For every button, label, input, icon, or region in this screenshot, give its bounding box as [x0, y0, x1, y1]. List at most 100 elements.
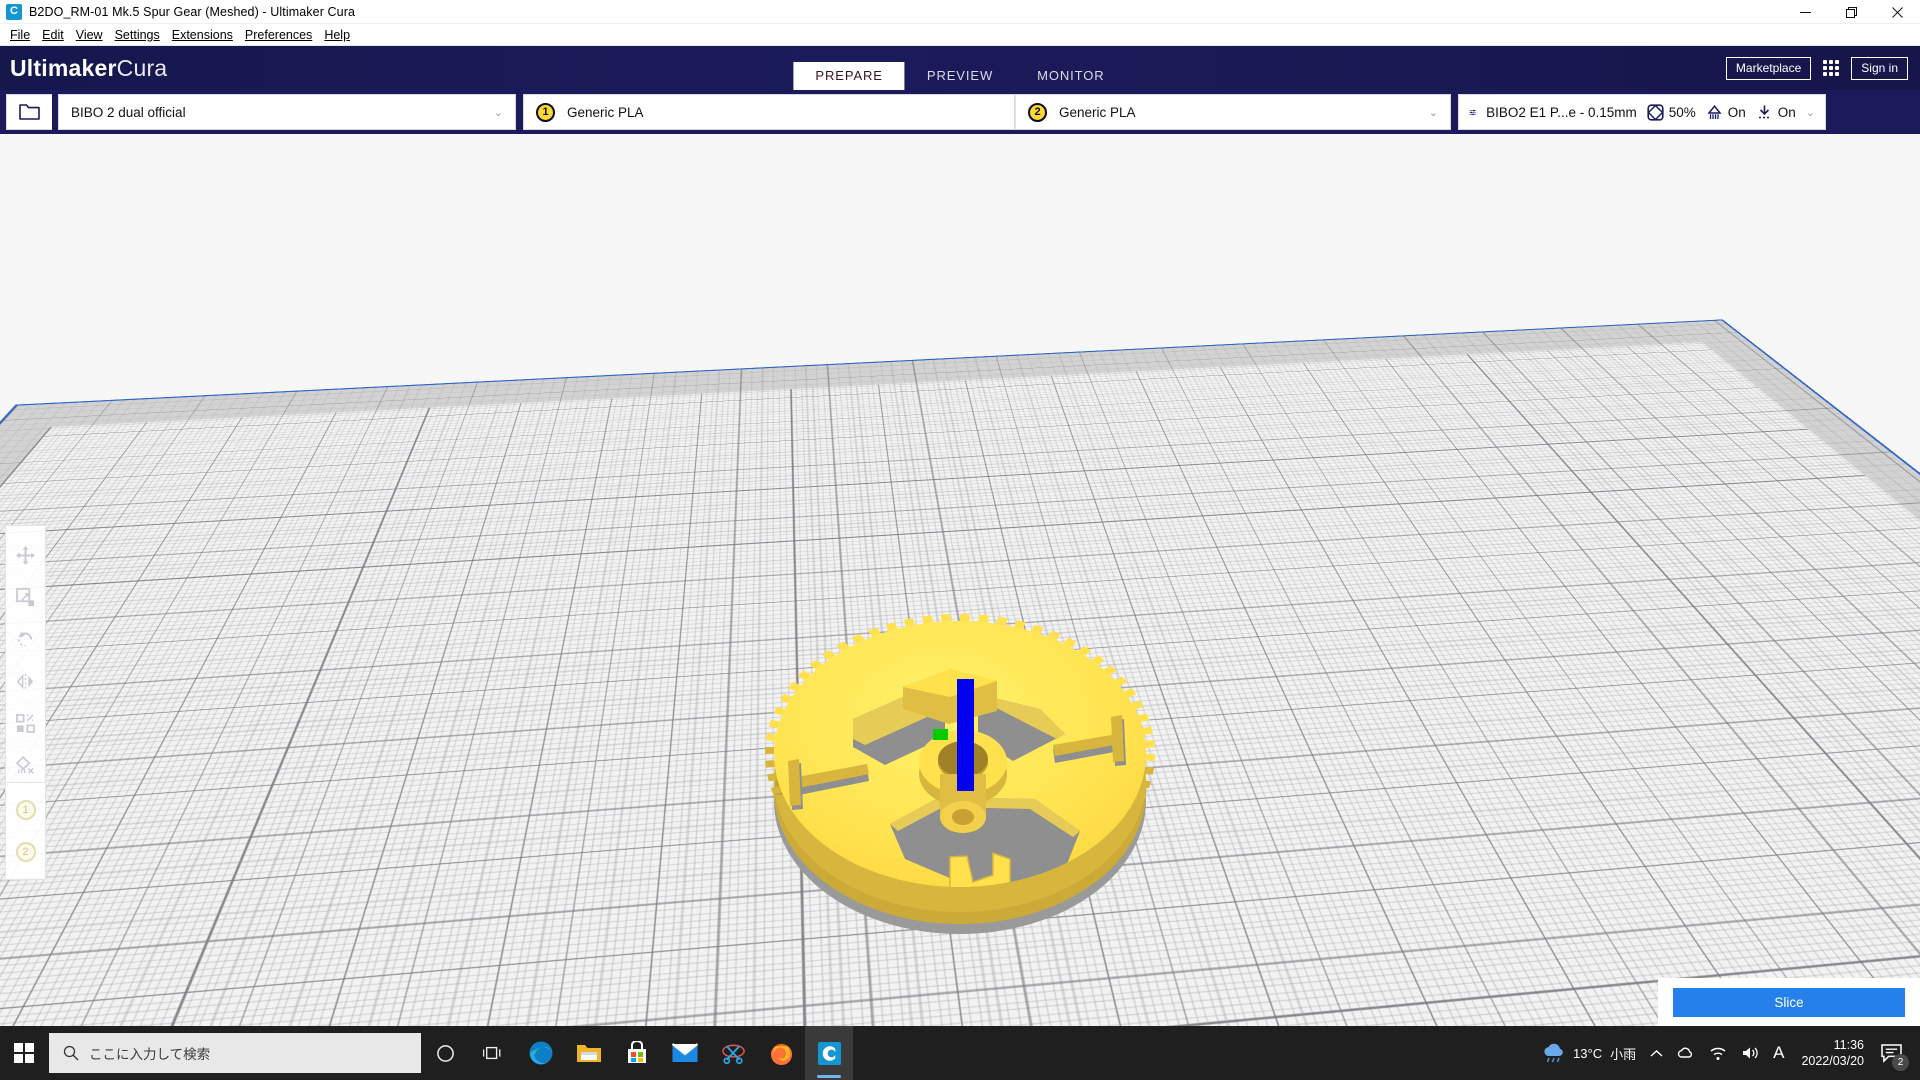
brand-light: Cura	[116, 54, 168, 81]
restore-icon[interactable]	[1828, 0, 1874, 24]
mirror-tool[interactable]	[5, 660, 46, 702]
menu-edit[interactable]: Edit	[36, 25, 70, 45]
infill-value: 50%	[1668, 104, 1696, 120]
weather-widget[interactable]: 13°C 小雨	[1534, 1026, 1643, 1080]
menu-settings[interactable]: Settings	[109, 25, 166, 45]
sign-in-button[interactable]: Sign in	[1851, 56, 1908, 80]
clock-time: 11:36	[1833, 1038, 1864, 1052]
3d-viewport[interactable]: 1 2 Object list B2DO_RM-01 Mk.5 Spur Gea…	[0, 134, 1920, 1026]
mail-icon	[672, 1043, 698, 1062]
profile-name: BIBO2 E1 P...e - 0.15mm	[1486, 104, 1637, 120]
window-titlebar: C B2DO_RM-01 Mk.5 Spur Gear (Meshed) - U…	[0, 0, 1920, 24]
windows-start-icon[interactable]	[0, 1026, 48, 1080]
extruder-button-2-label: 2	[15, 842, 36, 862]
snipping-tool-icon	[721, 1044, 745, 1064]
notification-badge: 2	[1892, 1054, 1909, 1071]
per-model-settings-icon	[16, 713, 35, 733]
support-blocker-icon	[16, 755, 34, 774]
open-file-button[interactable]	[6, 94, 52, 130]
scale-icon	[16, 587, 35, 606]
onedrive-icon	[1677, 1047, 1693, 1058]
scale-tool[interactable]	[5, 576, 46, 618]
chevron-down-icon: ⌄	[493, 106, 503, 119]
printer-select[interactable]: BIBO 2 dual official ⌄	[58, 94, 516, 130]
support-blocker-tool[interactable]	[5, 744, 46, 786]
adhesion-indicator: On	[1756, 104, 1796, 121]
infill-icon	[1647, 103, 1664, 121]
tab-preview[interactable]: PREVIEW	[905, 62, 1015, 90]
taskbar-app-file-explorer[interactable]	[565, 1026, 613, 1080]
model-spur-gear[interactable]	[735, 569, 1185, 969]
ime-indicator[interactable]: A	[1766, 1026, 1791, 1080]
tab-monitor[interactable]: MONITOR	[1015, 62, 1126, 90]
move-icon	[16, 545, 35, 565]
menu-preferences[interactable]: Preferences	[239, 25, 318, 45]
search-input[interactable]: ここに入力して検索	[49, 1033, 421, 1073]
printer-name: BIBO 2 dual official	[71, 104, 186, 120]
system-tray: 13°C 小雨 A 11:36 2022/03/20 2	[1534, 1026, 1920, 1080]
folder-icon	[18, 104, 40, 120]
support-value: On	[1727, 104, 1746, 120]
tab-prepare[interactable]: PREPARE	[793, 62, 905, 90]
wifi-icon	[1710, 1047, 1726, 1060]
weather-rain-icon	[1544, 1043, 1563, 1063]
move-tool[interactable]	[5, 534, 46, 576]
windows-taskbar: ここに入力して検索 13°C 小雨 A 11:36 2022/03/20 2	[0, 1026, 1920, 1080]
material-select-extruder-1[interactable]: 1 Generic PLA	[523, 94, 1015, 130]
support-icon	[1707, 104, 1722, 119]
menu-help[interactable]: Help	[318, 25, 356, 45]
notification-center-button[interactable]: 2	[1874, 1026, 1914, 1080]
axis-x-indicator	[933, 729, 948, 740]
slice-panel: Slice	[1658, 978, 1920, 1026]
taskbar-app-snipping-tool[interactable]	[709, 1026, 757, 1080]
menu-file[interactable]: File	[4, 25, 36, 45]
menu-extensions[interactable]: Extensions	[166, 25, 239, 45]
search-placeholder: ここに入力して検索	[89, 1047, 211, 1062]
mirror-icon	[16, 673, 34, 689]
window-controls	[1782, 0, 1920, 24]
store-icon	[628, 1041, 646, 1063]
extruder-panel: 1 2	[5, 782, 46, 880]
chevron-up-icon	[1650, 1049, 1663, 1057]
cura-icon: C	[6, 3, 22, 20]
extruder-button-1[interactable]: 1	[5, 789, 46, 831]
menu-view[interactable]: View	[70, 25, 109, 45]
app-logo: UltimakerCura	[10, 55, 167, 82]
task-view-icon[interactable]	[469, 1026, 517, 1080]
slice-button[interactable]: Slice	[1673, 987, 1905, 1017]
taskbar-app-mail[interactable]	[661, 1026, 709, 1080]
wifi-tray-icon[interactable]	[1702, 1026, 1734, 1080]
extruder-badge-2: 2	[1028, 102, 1047, 122]
infill-indicator: 50%	[1647, 103, 1696, 121]
marketplace-button[interactable]: Marketplace	[1725, 56, 1812, 80]
volume-tray-icon[interactable]	[1734, 1026, 1766, 1080]
onedrive-tray-icon[interactable]	[1670, 1026, 1702, 1080]
material-select-extruder-2[interactable]: 2 Generic PLA ⌄	[1015, 94, 1451, 130]
material-name-1: Generic PLA	[567, 104, 644, 120]
taskbar-app-cura[interactable]	[805, 1026, 853, 1080]
tool-panel	[5, 525, 46, 795]
chevron-down-icon: ⌄	[1428, 106, 1438, 119]
extruder-button-2[interactable]: 2	[5, 831, 46, 873]
cura-header: UltimakerCura PREPARE PREVIEW MONITOR Ma…	[0, 46, 1920, 90]
taskbar-app-edge[interactable]	[517, 1026, 565, 1080]
close-icon[interactable]	[1874, 0, 1920, 24]
taskbar-app-microsoft-store[interactable]	[613, 1026, 661, 1080]
per-model-settings-tool[interactable]	[5, 702, 46, 744]
print-settings-selector[interactable]: BIBO2 E1 P...e - 0.15mm 50% On On ⌄	[1458, 94, 1826, 130]
rotate-tool[interactable]	[5, 618, 46, 660]
tray-overflow-button[interactable]	[1643, 1026, 1670, 1080]
adhesion-value: On	[1777, 104, 1796, 120]
chevron-down-icon: ⌄	[1805, 106, 1815, 119]
speaker-icon	[1743, 1047, 1758, 1059]
app-grid-icon[interactable]	[1823, 60, 1840, 76]
cortana-icon[interactable]	[421, 1026, 469, 1080]
clock-widget[interactable]: 11:36 2022/03/20	[1791, 1037, 1874, 1069]
header-right-actions: Marketplace Sign in	[1725, 56, 1908, 80]
taskbar-app-firefox[interactable]	[757, 1026, 805, 1080]
minimize-icon[interactable]	[1782, 0, 1828, 24]
extruder-badge-1: 1	[536, 102, 555, 122]
firefox-icon	[770, 1043, 792, 1065]
adhesion-icon	[1758, 105, 1770, 118]
rotate-icon	[18, 631, 33, 647]
